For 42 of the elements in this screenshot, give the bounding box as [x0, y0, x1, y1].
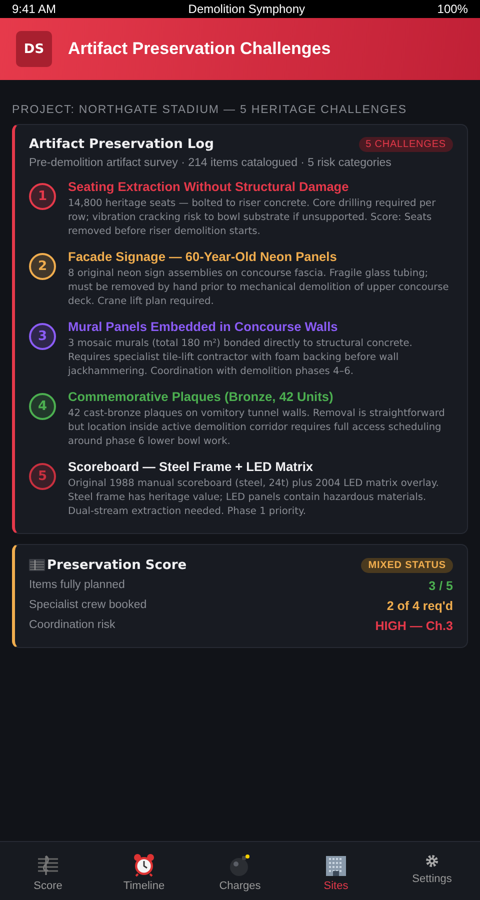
- music-score-icon: [37, 852, 59, 876]
- metric-label: Coordination risk: [29, 619, 116, 633]
- challenge-title: Facade Signage — 60-Year-Old Neon Panels: [68, 249, 338, 264]
- status-title: Demolition Symphony: [188, 2, 306, 16]
- battery-level: 100%: [437, 2, 468, 16]
- tab[interactable]: Score: [0, 842, 96, 900]
- status-time: 9:41 AM: [12, 2, 56, 16]
- music-score-icon: [29, 557, 45, 573]
- number-circle: 2: [29, 253, 56, 280]
- tab[interactable]: Charges: [192, 842, 288, 900]
- status-badge: MIXED STATUS: [361, 558, 453, 572]
- metric-label: Items fully planned: [29, 579, 125, 593]
- challenge-description: 3 mosaic murals (total 180 m²) bonded directly to structural concrete. Requires specialist tile-lift contractor with foam backing before wall jackhammering. Coordination with demolition phases 4–6.: [68, 337, 414, 379]
- challenge-description: Original 1988 manual scoreboard (steel, 24t) plus 2004 LED matrix overlay. Steel frame has heritage value; LED panels contain hazardous materials. Dual-stream extraction needed. Phase 1 priority.: [68, 477, 440, 519]
- number-circle: 5: [29, 463, 56, 490]
- challenge-description: 42 cast-bronze plaques on vomitory tunnel walls. Removal is straightforward but location inside active demolition corridor requires full access scheduling around phase 6 lower bowl work.: [68, 407, 446, 449]
- count-badge: 5 CHALLENGES: [358, 137, 453, 152]
- section-label: PROJECT: NORTHGATE STADIUM — 5 HERITAGE CHALLENGES: [12, 104, 408, 116]
- metric-label: Specialist crew booked: [29, 599, 147, 613]
- settings-icon: [425, 854, 439, 868]
- challenge-title: Scoreboard — Steel Frame + LED Matrix: [68, 459, 314, 474]
- tab[interactable]: Settings: [384, 842, 480, 900]
- tab[interactable]: Timeline: [96, 842, 192, 900]
- card-title: Artifact Preservation Log: [29, 137, 214, 152]
- tab[interactable]: Sites: [288, 842, 384, 900]
- challenge-description: 14,800 heritage seats — bolted to riser concrete. Core drilling required per row; vibration cracking risk to bowl substrate if unsupported. Score: Seats removed before riser demolition starts.: [68, 197, 437, 239]
- metric-value: 2 of 4 req'd: [386, 599, 453, 613]
- challenge-title: Seating Extraction Without Structural Damage: [68, 179, 350, 194]
- challenge-title: Mural Panels Embedded in Concourse Walls: [68, 319, 339, 334]
- metric-value: 3 / 5: [428, 579, 453, 593]
- number-circle: 4: [29, 393, 56, 420]
- bomb-icon: [229, 852, 251, 876]
- page-title: Artifact Preservation Challenges: [68, 39, 331, 59]
- number-circle: 1: [29, 183, 56, 210]
- challenge-description: 8 original neon sign assemblies on concourse fascia. Fragile glass tubing; must be removed by hand prior to mechanical demolition of upper concourse deck. Crane lift plan required.: [68, 267, 450, 309]
- app-logo: DS: [16, 31, 52, 67]
- challenge-title: Commemorative Plaques (Bronze, 42 Units): [68, 389, 334, 404]
- alarm-clock-icon: [133, 852, 155, 876]
- card-title: Preservation Score: [47, 558, 187, 572]
- card-subtitle: Pre-demolition artifact survey · 214 items catalogued · 5 risk categories: [29, 157, 392, 169]
- metric-value: HIGH — Ch.3: [375, 619, 453, 633]
- number-circle: 3: [29, 323, 56, 350]
